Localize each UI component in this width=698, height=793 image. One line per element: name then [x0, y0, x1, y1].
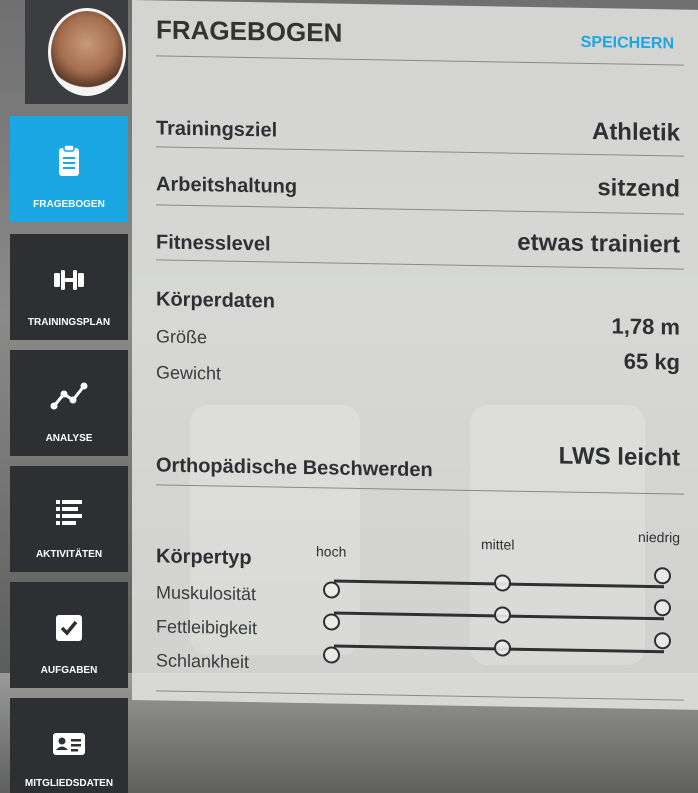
nav-item-fragebogen[interactable]: FRAGEBOGEN: [10, 116, 128, 222]
dumbbell-icon: [54, 270, 84, 290]
orthopedic-label: Orthopädische Beschwerden: [156, 454, 433, 482]
nav-label: TRAININGSPLAN: [27, 317, 111, 328]
slider-knob-mittel[interactable]: [494, 574, 511, 592]
page-title: FRAGEBOGEN: [156, 14, 343, 48]
slider-knob-niedrig[interactable]: [654, 599, 671, 617]
column-head-hoch: hoch: [316, 543, 347, 560]
clipboard-icon: [59, 144, 79, 176]
nav-label: AKTIVITÄTEN: [35, 549, 103, 560]
nav-item-analyse[interactable]: ANALYSE: [10, 350, 128, 456]
height-value[interactable]: 1,78 m: [612, 313, 681, 340]
divider: [156, 204, 684, 215]
orthopedic-value[interactable]: LWS leicht: [559, 442, 680, 472]
body-data-label: Körperdaten: [156, 288, 275, 313]
nav-label: AUFGABEN: [40, 665, 98, 676]
training-goal-value[interactable]: Athletik: [592, 118, 680, 148]
sidebar: FRAGEBOGEN TRAININGSPLAN ANALYSE AKTIVIT…: [0, 0, 140, 793]
slider-knob-niedrig[interactable]: [654, 632, 671, 650]
training-goal-label: Trainingsziel: [156, 117, 278, 142]
divider: [156, 690, 684, 701]
avatar[interactable]: [48, 8, 126, 96]
divider: [156, 146, 684, 157]
id-card-icon: [53, 733, 85, 755]
divider: [156, 484, 684, 495]
slider-knob-hoch[interactable]: [323, 613, 340, 631]
nav-item-mitgliedsdaten[interactable]: MITGLIEDSDATEN: [10, 698, 128, 793]
line-graph-icon: [50, 382, 88, 410]
height-label: Größe: [156, 326, 208, 348]
column-head-niedrig: niedrig: [638, 528, 681, 546]
weight-value[interactable]: 65 kg: [624, 349, 680, 376]
list-icon: [56, 500, 82, 525]
slider-knob-mittel[interactable]: [494, 606, 511, 624]
nav-item-aktivitaeten[interactable]: AKTIVITÄTEN: [10, 466, 128, 572]
divider: [156, 55, 684, 66]
nav-item-aufgaben[interactable]: AUFGABEN: [10, 582, 128, 688]
body-type-row-label: Schlankheit: [156, 650, 250, 673]
questionnaire-panel: FRAGEBOGEN SPEICHERN Trainingsziel Athle…: [132, 0, 698, 710]
nav-label: FRAGEBOGEN: [33, 199, 105, 210]
divider: [156, 259, 684, 270]
weight-label: Gewicht: [156, 362, 222, 384]
work-posture-label: Arbeitshaltung: [156, 173, 298, 198]
save-button[interactable]: SPEICHERN: [581, 34, 674, 54]
slider-knob-hoch[interactable]: [323, 581, 340, 599]
nav-item-trainingsplan[interactable]: TRAININGSPLAN: [10, 234, 128, 340]
column-head-mittel: mittel: [481, 536, 515, 553]
nav-label: ANALYSE: [45, 433, 93, 444]
slider-knob-niedrig[interactable]: [654, 567, 671, 585]
slider-knob-hoch[interactable]: [323, 646, 340, 664]
fitness-level-value[interactable]: etwas trainiert: [517, 229, 680, 260]
work-posture-value[interactable]: sitzend: [597, 174, 680, 203]
nav-label: MITGLIEDSDATEN: [24, 778, 114, 789]
avatar-container: [25, 0, 128, 104]
checkbox-icon: [56, 615, 82, 641]
body-type-label: Körpertyp: [156, 545, 252, 570]
fitness-level-label: Fitnesslevel: [156, 231, 271, 256]
body-type-row-label: Fettleibigkeit: [156, 616, 258, 639]
body-type-row-label: Muskulosität: [156, 582, 257, 605]
slider-knob-mittel[interactable]: [494, 639, 511, 657]
